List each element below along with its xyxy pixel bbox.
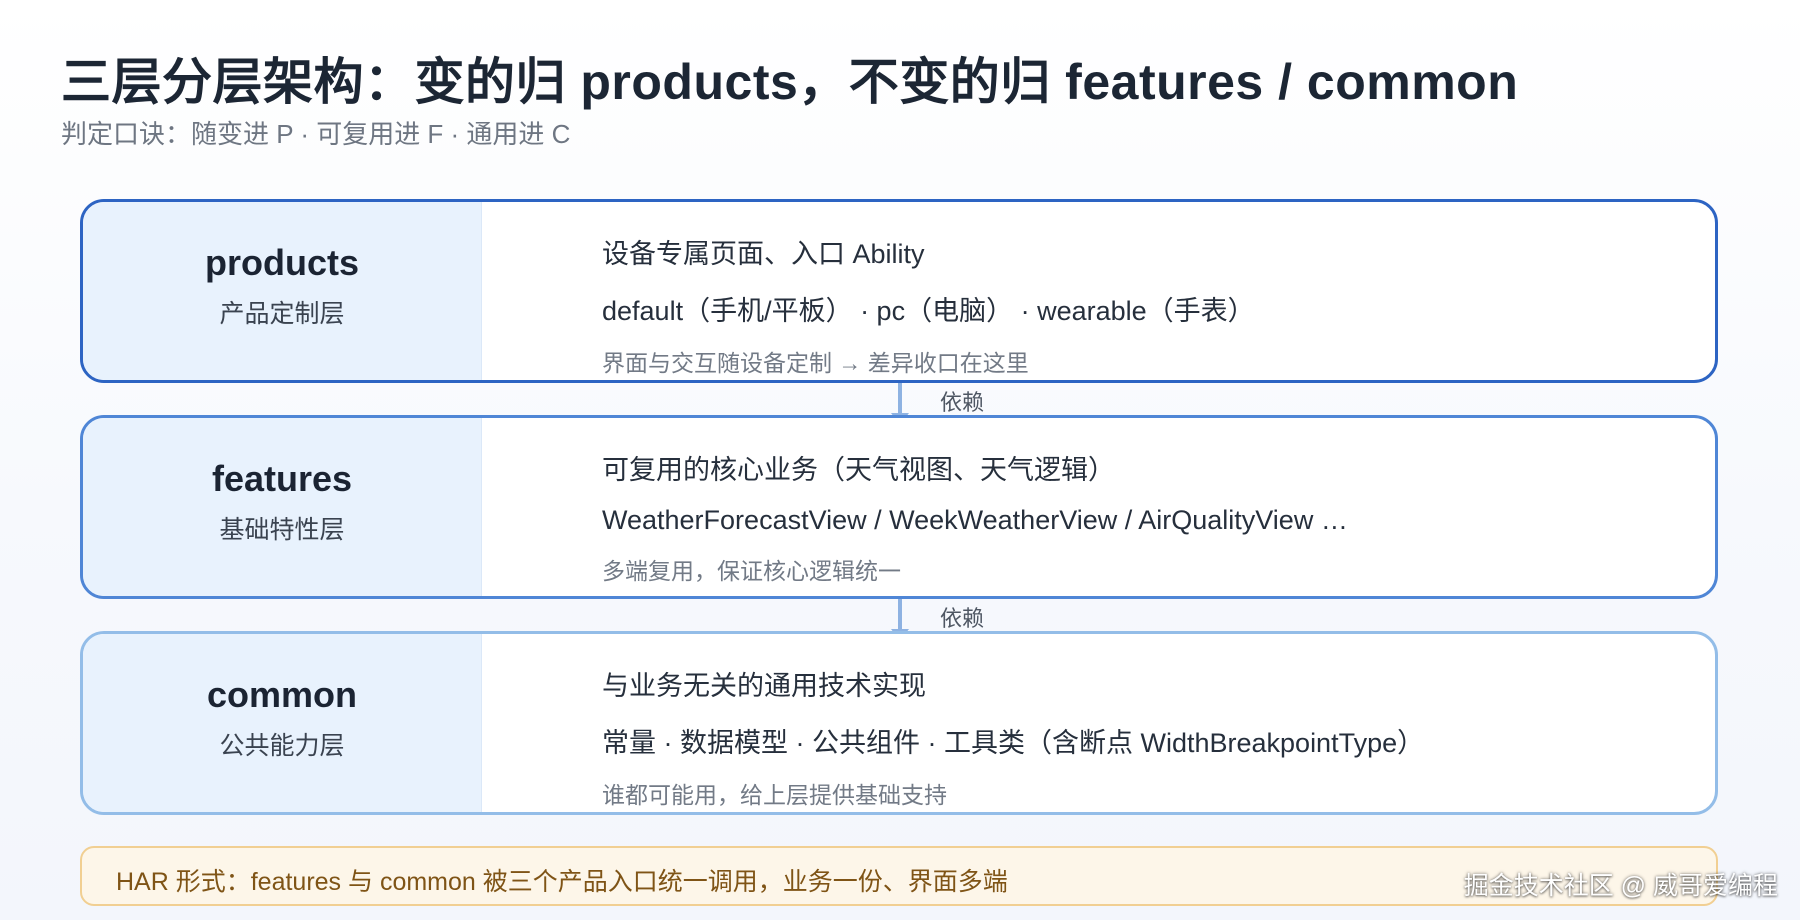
layer-products-line2: default（手机/平板） · pc（电脑） · wearable（手表） — [602, 296, 1255, 326]
watermark: 掘金技术社区 @ 威哥爱编程 — [1463, 872, 1778, 900]
dependency-arrow-1 — [898, 383, 902, 415]
layer-features-line3: 多端复用，保证核心逻辑统一 — [602, 558, 901, 584]
layer-common-label-panel: common 公共能力层 — [83, 634, 482, 812]
layer-products-label-panel: products 产品定制层 — [83, 202, 482, 380]
layer-common-line3: 谁都可能用，给上层提供基础支持 — [602, 782, 947, 808]
layer-products-name: products — [204, 242, 359, 283]
layer-products-description: 设备专属页面、入口 Ability default（手机/平板） · pc（电脑… — [602, 232, 1695, 378]
page-title: 三层分层架构：变的归 products，不变的归 features / comm… — [61, 54, 1519, 110]
page-subtitle: 判定口诀：随变进 P · 可复用进 F · 通用进 C — [61, 119, 571, 149]
layer-common-cn-name: 公共能力层 — [219, 732, 345, 760]
layer-common-line1: 与业务无关的通用技术实现 — [602, 671, 926, 701]
dependency-label-1: 依赖 — [940, 390, 985, 415]
dependency-label-2: 依赖 — [940, 606, 985, 631]
layer-products: products 产品定制层 设备专属页面、入口 Ability default… — [80, 199, 1718, 383]
layer-products-line3: 界面与交互随设备定制 → 差异收口在这里 — [602, 350, 1029, 376]
layer-common-line2: 常量 · 数据模型 · 公共组件 · 工具类（含断点 WidthBreakpoi… — [602, 728, 1425, 758]
layer-products-line1: 设备专属页面、入口 Ability — [602, 239, 925, 269]
layer-features-description: 可复用的核心业务（天气视图、天气逻辑） WeatherForecastView … — [602, 448, 1695, 586]
layer-features-line2: WeatherForecastView / WeekWeatherView / … — [602, 505, 1348, 535]
layer-features: features 基础特性层 可复用的核心业务（天气视图、天气逻辑） Weath… — [80, 415, 1718, 599]
layer-features-line1: 可复用的核心业务（天气视图、天气逻辑） — [602, 455, 1115, 485]
dependency-arrow-2 — [898, 599, 902, 631]
layer-products-cn-name: 产品定制层 — [219, 300, 345, 328]
layer-common: common 公共能力层 与业务无关的通用技术实现 常量 · 数据模型 · 公共… — [80, 631, 1718, 815]
layer-common-name: common — [206, 674, 357, 715]
layer-features-label-panel: features 基础特性层 — [83, 418, 482, 596]
har-note-text: HAR 形式：features 与 common 被三个产品入口统一调用，业务一… — [116, 868, 1008, 896]
layer-features-name: features — [211, 458, 353, 499]
layer-common-description: 与业务无关的通用技术实现 常量 · 数据模型 · 公共组件 · 工具类（含断点 … — [602, 664, 1695, 810]
layer-features-cn-name: 基础特性层 — [219, 516, 345, 544]
